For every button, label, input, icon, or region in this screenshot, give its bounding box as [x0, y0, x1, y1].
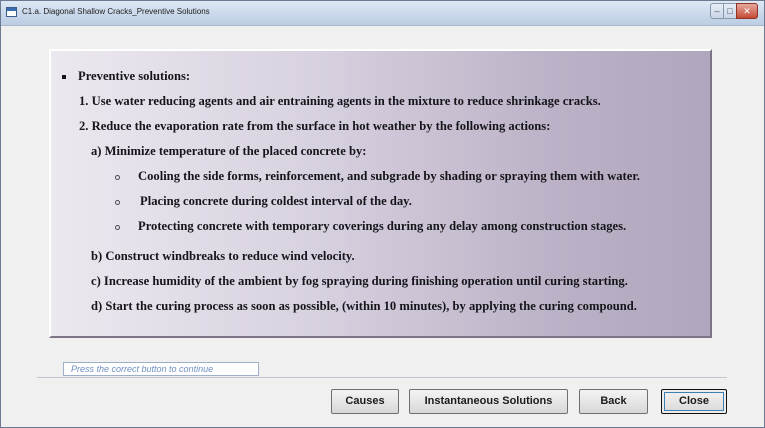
- status-hint: Press the correct button to continue: [63, 362, 259, 376]
- maximize-button[interactable]: □: [723, 3, 736, 19]
- sub-point: Placing concrete during coldest interval…: [140, 194, 412, 208]
- window-title: C1.a. Diagonal Shallow Cracks_Preventive…: [22, 7, 210, 16]
- window-close-button[interactable]: ✕: [736, 3, 758, 19]
- solution-item-2: 2. Reduce the evaporation rate from the …: [79, 119, 551, 133]
- sub-point: Protecting concrete with temporary cover…: [138, 219, 627, 233]
- instantaneous-solutions-button[interactable]: Instantaneous Solutions: [409, 389, 568, 414]
- minimize-button[interactable]: –: [710, 3, 723, 19]
- sub-item-c: c) Increase humidity of the ambient by f…: [91, 274, 628, 288]
- sub-item-b: b) Construct windbreaks to reduce wind v…: [91, 249, 355, 263]
- circle-bullet-icon: [115, 225, 120, 230]
- square-bullet-icon: [62, 75, 66, 79]
- circle-bullet-icon: [115, 200, 120, 205]
- circle-bullet-icon: [115, 175, 120, 180]
- sub-point: Cooling the side forms, reinforcement, a…: [138, 169, 640, 183]
- causes-button[interactable]: Causes: [331, 389, 399, 414]
- separator-line: [37, 377, 727, 378]
- close-button[interactable]: Close: [661, 389, 727, 414]
- section-heading: Preventive solutions:: [78, 69, 191, 83]
- sub-item-d: d) Start the curing process as soon as p…: [91, 299, 637, 313]
- title-bar[interactable]: C1.a. Diagonal Shallow Cracks_Preventive…: [1, 1, 764, 26]
- sub-item-a: a) Minimize temperature of the placed co…: [91, 144, 367, 158]
- solution-item-1: 1. Use water reducing agents and air ent…: [79, 94, 601, 108]
- application-window: C1.a. Diagonal Shallow Cracks_Preventive…: [0, 0, 765, 428]
- caption-buttons: – □ ✕: [710, 3, 758, 19]
- preventive-solutions-panel: Preventive solutions: 1. Use water reduc…: [49, 49, 712, 338]
- app-window-icon: [6, 7, 17, 17]
- back-button[interactable]: Back: [579, 389, 648, 414]
